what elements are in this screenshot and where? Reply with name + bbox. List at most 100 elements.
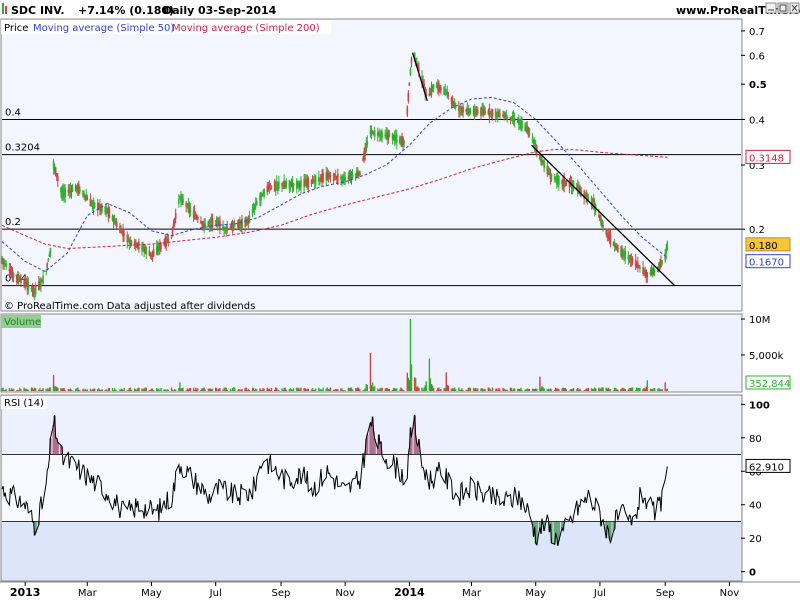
candle-body — [20, 278, 22, 283]
volume-bar — [661, 389, 663, 391]
volume-bar — [521, 390, 523, 391]
level-label: 0.2 — [5, 217, 21, 228]
candle-body — [270, 185, 273, 189]
volume-bar — [617, 389, 619, 391]
volume-bar — [381, 387, 383, 391]
x-tick-label: 2014 — [394, 586, 425, 599]
y-tick-label: 0.5 — [749, 80, 767, 91]
candle-body — [565, 180, 568, 186]
candle-body — [366, 141, 369, 145]
volume-bar — [359, 388, 361, 391]
candle-body — [409, 69, 412, 75]
volume-bar — [580, 390, 582, 391]
candle-body — [263, 188, 265, 197]
y-tick-label: 40 — [749, 501, 762, 512]
volume-bar — [506, 389, 508, 391]
volume-bar — [425, 381, 427, 391]
volume-bar — [300, 387, 302, 391]
period-label: Daily — [163, 4, 194, 17]
volume-bar — [204, 389, 206, 391]
volume-bar — [455, 389, 457, 391]
minimize-button[interactable] — [765, 2, 777, 14]
candle-body — [49, 247, 52, 253]
candle-body — [408, 82, 411, 86]
volume-bar — [550, 389, 553, 391]
volume-bar — [469, 388, 472, 391]
candle-body — [617, 244, 619, 253]
volume-bar — [20, 389, 22, 391]
candle-body — [344, 177, 346, 181]
candle-body — [56, 176, 59, 182]
candle-body — [580, 187, 582, 197]
rsi-zone-middle — [2, 454, 741, 522]
last-price-badge: 0.180 — [749, 241, 778, 252]
candle-body — [653, 270, 656, 272]
candle-body — [79, 188, 81, 192]
x-tick-label: Nov — [335, 588, 355, 599]
candle-body — [440, 87, 442, 90]
volume-bar — [248, 389, 251, 391]
volume-bar — [528, 389, 531, 391]
volume-bar — [219, 388, 221, 391]
legend-ma200: Moving average (Simple 200) — [172, 23, 320, 34]
candle-body — [550, 173, 553, 180]
volume-bar — [396, 388, 398, 391]
volume-bar — [329, 387, 332, 391]
candle-body — [359, 171, 361, 176]
ma200-badge: 0.3148 — [749, 153, 784, 164]
y-tick-label: 0.6 — [749, 51, 765, 62]
volume-bar — [513, 388, 516, 391]
volume-bar — [167, 389, 170, 391]
volume-bar — [86, 389, 88, 391]
candle-body — [285, 181, 288, 189]
volume-bar — [543, 388, 545, 391]
volume-bar — [233, 387, 236, 391]
candle-body — [447, 94, 450, 97]
candle-body — [40, 278, 42, 287]
y-tick-label: 5,000k — [749, 351, 784, 362]
candle-body — [587, 197, 590, 200]
candle-body — [484, 110, 486, 113]
y-tick-label: 0.4 — [749, 115, 765, 126]
volume-bar — [565, 389, 567, 391]
candle-body — [477, 109, 479, 114]
candle-body — [661, 260, 663, 265]
volume-bar — [666, 388, 669, 391]
x-tick-label: Mar — [462, 588, 482, 599]
candle-body — [108, 209, 111, 218]
price-legend: Price Moving average (Simple 50) Moving … — [1, 20, 331, 34]
volume-panel: 10M 5,000k 352,844 Volume — [0, 313, 791, 393]
volume-bar — [145, 387, 147, 391]
candle-body — [322, 173, 324, 182]
volume-bar — [42, 388, 44, 391]
candle-body — [145, 247, 148, 255]
x-tick-label: Mar — [78, 588, 98, 599]
stock-chart: SDC INV. +7.14% (0.180) Daily 03-Sep-201… — [0, 0, 800, 600]
candle-body — [631, 258, 634, 264]
y-tick-label: 80 — [749, 434, 762, 445]
volume-bar — [477, 388, 479, 391]
level-label: 0.4 — [5, 107, 21, 118]
volume-bar — [64, 390, 66, 391]
y-tick-label: 0.7 — [749, 27, 765, 38]
candle-body — [314, 176, 317, 185]
volume-bar — [197, 388, 199, 391]
volume-bar — [5, 389, 7, 391]
volume-bar — [410, 364, 413, 391]
candle-body — [406, 106, 409, 116]
candle-body — [373, 129, 376, 137]
candle-body — [407, 92, 410, 102]
volume-bar — [123, 387, 125, 391]
candle-body — [46, 263, 49, 268]
candle-body — [204, 223, 206, 227]
volume-bar — [572, 388, 575, 391]
candle-body — [138, 241, 140, 250]
y-tick-label: 10M — [749, 315, 770, 326]
date-label: 03-Sep-2014 — [198, 4, 277, 17]
candle-body — [167, 238, 170, 241]
volume-bar — [403, 390, 405, 391]
candle-body — [395, 134, 398, 144]
candle-body — [521, 120, 523, 129]
candle-body — [170, 236, 173, 239]
x-tick-label: Nov — [720, 588, 740, 599]
